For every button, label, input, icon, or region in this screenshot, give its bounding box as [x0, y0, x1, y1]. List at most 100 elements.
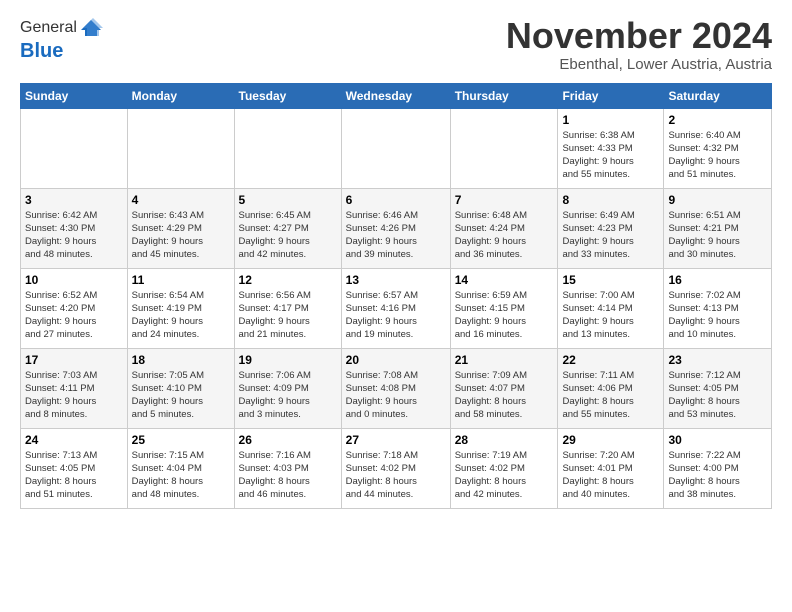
day-detail: Sunrise: 6:46 AMSunset: 4:26 PMDaylight:… [346, 209, 446, 262]
calendar-cell: 2 Sunrise: 6:40 AMSunset: 4:32 PMDaylight… [664, 108, 772, 188]
day-number: 18 [132, 353, 230, 367]
calendar-week-row: 24Sunrise: 7:13 AMSunset: 4:05 PMDayligh… [21, 428, 772, 508]
calendar-cell [341, 108, 450, 188]
day-number: 21 [455, 353, 554, 367]
day-number: 10 [25, 273, 123, 287]
location: Ebenthal, Lower Austria, Austria [506, 56, 772, 73]
calendar-table: Sunday Monday Tuesday Wednesday Thursday… [20, 83, 772, 509]
day-detail: Sunrise: 6:42 AMSunset: 4:30 PMDaylight:… [25, 209, 123, 262]
day-detail: Sunrise: 6:48 AMSunset: 4:24 PMDaylight:… [455, 209, 554, 262]
day-number: 22 [562, 353, 659, 367]
day-detail: Sunrise: 7:05 AMSunset: 4:10 PMDaylight:… [132, 369, 230, 422]
calendar-cell: 10Sunrise: 6:52 AMSunset: 4:20 PMDayligh… [21, 268, 128, 348]
col-saturday: Saturday [664, 83, 772, 108]
calendar-cell [450, 108, 558, 188]
calendar-cell: 12 Sunrise: 6:56 AMSunset: 4:17 PMDayligh… [234, 268, 341, 348]
day-detail: Sunrise: 7:02 AMSunset: 4:13 PMDaylight:… [668, 289, 767, 342]
day-number: 25 [132, 433, 230, 447]
day-number: 11 [132, 273, 230, 287]
calendar-cell: 14Sunrise: 6:59 AMSunset: 4:15 PMDayligh… [450, 268, 558, 348]
calendar-cell: 26 Sunrise: 7:16 AMSunset: 4:03 PMDayligh… [234, 428, 341, 508]
day-detail: Sunrise: 6:57 AMSunset: 4:16 PMDaylight:… [346, 289, 446, 342]
calendar-cell: 8 Sunrise: 6:49 AMSunset: 4:23 PMDaylight… [558, 188, 664, 268]
day-number: 14 [455, 273, 554, 287]
calendar-cell: 27 Sunrise: 7:18 AMSunset: 4:02 PMDayligh… [341, 428, 450, 508]
day-number: 4 [132, 193, 230, 207]
col-monday: Monday [127, 83, 234, 108]
calendar-cell: 24Sunrise: 7:13 AMSunset: 4:05 PMDayligh… [21, 428, 128, 508]
day-number: 15 [562, 273, 659, 287]
day-number: 27 [346, 433, 446, 447]
day-number: 29 [562, 433, 659, 447]
col-sunday: Sunday [21, 83, 128, 108]
calendar-week-row: 17 Sunrise: 7:03 AMSunset: 4:11 PMDayligh… [21, 348, 772, 428]
calendar-week-row: 1 Sunrise: 6:38 AMSunset: 4:33 PMDaylight… [21, 108, 772, 188]
calendar-cell: 23Sunrise: 7:12 AMSunset: 4:05 PMDayligh… [664, 348, 772, 428]
day-number: 2 [668, 113, 767, 127]
day-number: 28 [455, 433, 554, 447]
day-detail: Sunrise: 6:49 AMSunset: 4:23 PMDaylight:… [562, 209, 659, 262]
day-detail: Sunrise: 7:08 AMSunset: 4:08 PMDaylight:… [346, 369, 446, 422]
day-number: 16 [668, 273, 767, 287]
day-detail: Sunrise: 6:38 AMSunset: 4:33 PMDaylight:… [562, 129, 659, 182]
calendar-cell: 5 Sunrise: 6:45 AMSunset: 4:27 PMDaylight… [234, 188, 341, 268]
day-detail: Sunrise: 6:45 AMSunset: 4:27 PMDaylight:… [239, 209, 337, 262]
day-number: 1 [562, 113, 659, 127]
day-number: 24 [25, 433, 123, 447]
day-number: 8 [562, 193, 659, 207]
day-number: 9 [668, 193, 767, 207]
calendar-cell: 30 Sunrise: 7:22 AMSunset: 4:00 PMDayligh… [664, 428, 772, 508]
calendar-cell: 1 Sunrise: 6:38 AMSunset: 4:33 PMDaylight… [558, 108, 664, 188]
calendar-cell: 11 Sunrise: 6:54 AMSunset: 4:19 PMDayligh… [127, 268, 234, 348]
day-detail: Sunrise: 7:00 AMSunset: 4:14 PMDaylight:… [562, 289, 659, 342]
day-number: 13 [346, 273, 446, 287]
calendar-cell: 20 Sunrise: 7:08 AMSunset: 4:08 PMDayligh… [341, 348, 450, 428]
calendar-cell [127, 108, 234, 188]
day-detail: Sunrise: 7:22 AMSunset: 4:00 PMDaylight:… [668, 449, 767, 502]
calendar-cell: 4Sunrise: 6:43 AMSunset: 4:29 PMDaylight… [127, 188, 234, 268]
day-detail: Sunrise: 6:56 AMSunset: 4:17 PMDaylight:… [239, 289, 337, 342]
day-detail: Sunrise: 7:16 AMSunset: 4:03 PMDaylight:… [239, 449, 337, 502]
day-detail: Sunrise: 7:18 AMSunset: 4:02 PMDaylight:… [346, 449, 446, 502]
calendar-cell: 16 Sunrise: 7:02 AMSunset: 4:13 PMDayligh… [664, 268, 772, 348]
day-number: 12 [239, 273, 337, 287]
logo-blue-text: Blue [20, 40, 103, 63]
day-number: 6 [346, 193, 446, 207]
day-number: 23 [668, 353, 767, 367]
calendar-cell: 19Sunrise: 7:06 AMSunset: 4:09 PMDayligh… [234, 348, 341, 428]
logo: General Blue [20, 16, 103, 63]
title-block: November 2024 Ebenthal, Lower Austria, A… [506, 16, 772, 73]
day-detail: Sunrise: 6:54 AMSunset: 4:19 PMDaylight:… [132, 289, 230, 342]
calendar-cell: 25 Sunrise: 7:15 AMSunset: 4:04 PMDayligh… [127, 428, 234, 508]
logo-general-text: General [20, 19, 77, 37]
month-title: November 2024 [506, 16, 772, 56]
calendar-week-row: 3 Sunrise: 6:42 AMSunset: 4:30 PMDaylight… [21, 188, 772, 268]
day-number: 5 [239, 193, 337, 207]
calendar-cell: 9 Sunrise: 6:51 AMSunset: 4:21 PMDaylight… [664, 188, 772, 268]
day-detail: Sunrise: 7:03 AMSunset: 4:11 PMDaylight:… [25, 369, 123, 422]
col-tuesday: Tuesday [234, 83, 341, 108]
calendar-cell: 17 Sunrise: 7:03 AMSunset: 4:11 PMDayligh… [21, 348, 128, 428]
day-detail: Sunrise: 7:11 AMSunset: 4:06 PMDaylight:… [562, 369, 659, 422]
calendar-cell: 18 Sunrise: 7:05 AMSunset: 4:10 PMDayligh… [127, 348, 234, 428]
day-number: 19 [239, 353, 337, 367]
page: General Blue November 2024 Ebenthal, Low… [0, 0, 792, 525]
day-number: 26 [239, 433, 337, 447]
calendar-week-row: 10Sunrise: 6:52 AMSunset: 4:20 PMDayligh… [21, 268, 772, 348]
day-detail: Sunrise: 6:40 AMSunset: 4:32 PMDaylight:… [668, 129, 767, 182]
calendar-cell: 29Sunrise: 7:20 AMSunset: 4:01 PMDayligh… [558, 428, 664, 508]
day-number: 17 [25, 353, 123, 367]
day-number: 20 [346, 353, 446, 367]
header: General Blue November 2024 Ebenthal, Low… [20, 16, 772, 73]
day-number: 30 [668, 433, 767, 447]
day-detail: Sunrise: 7:15 AMSunset: 4:04 PMDaylight:… [132, 449, 230, 502]
calendar-cell: 13 Sunrise: 6:57 AMSunset: 4:16 PMDayligh… [341, 268, 450, 348]
col-thursday: Thursday [450, 83, 558, 108]
calendar-cell [234, 108, 341, 188]
calendar-header-row: Sunday Monday Tuesday Wednesday Thursday… [21, 83, 772, 108]
day-detail: Sunrise: 6:51 AMSunset: 4:21 PMDaylight:… [668, 209, 767, 262]
logo-icon [79, 16, 103, 40]
calendar-cell: 15 Sunrise: 7:00 AMSunset: 4:14 PMDayligh… [558, 268, 664, 348]
day-number: 3 [25, 193, 123, 207]
calendar-cell: 28Sunrise: 7:19 AMSunset: 4:02 PMDayligh… [450, 428, 558, 508]
